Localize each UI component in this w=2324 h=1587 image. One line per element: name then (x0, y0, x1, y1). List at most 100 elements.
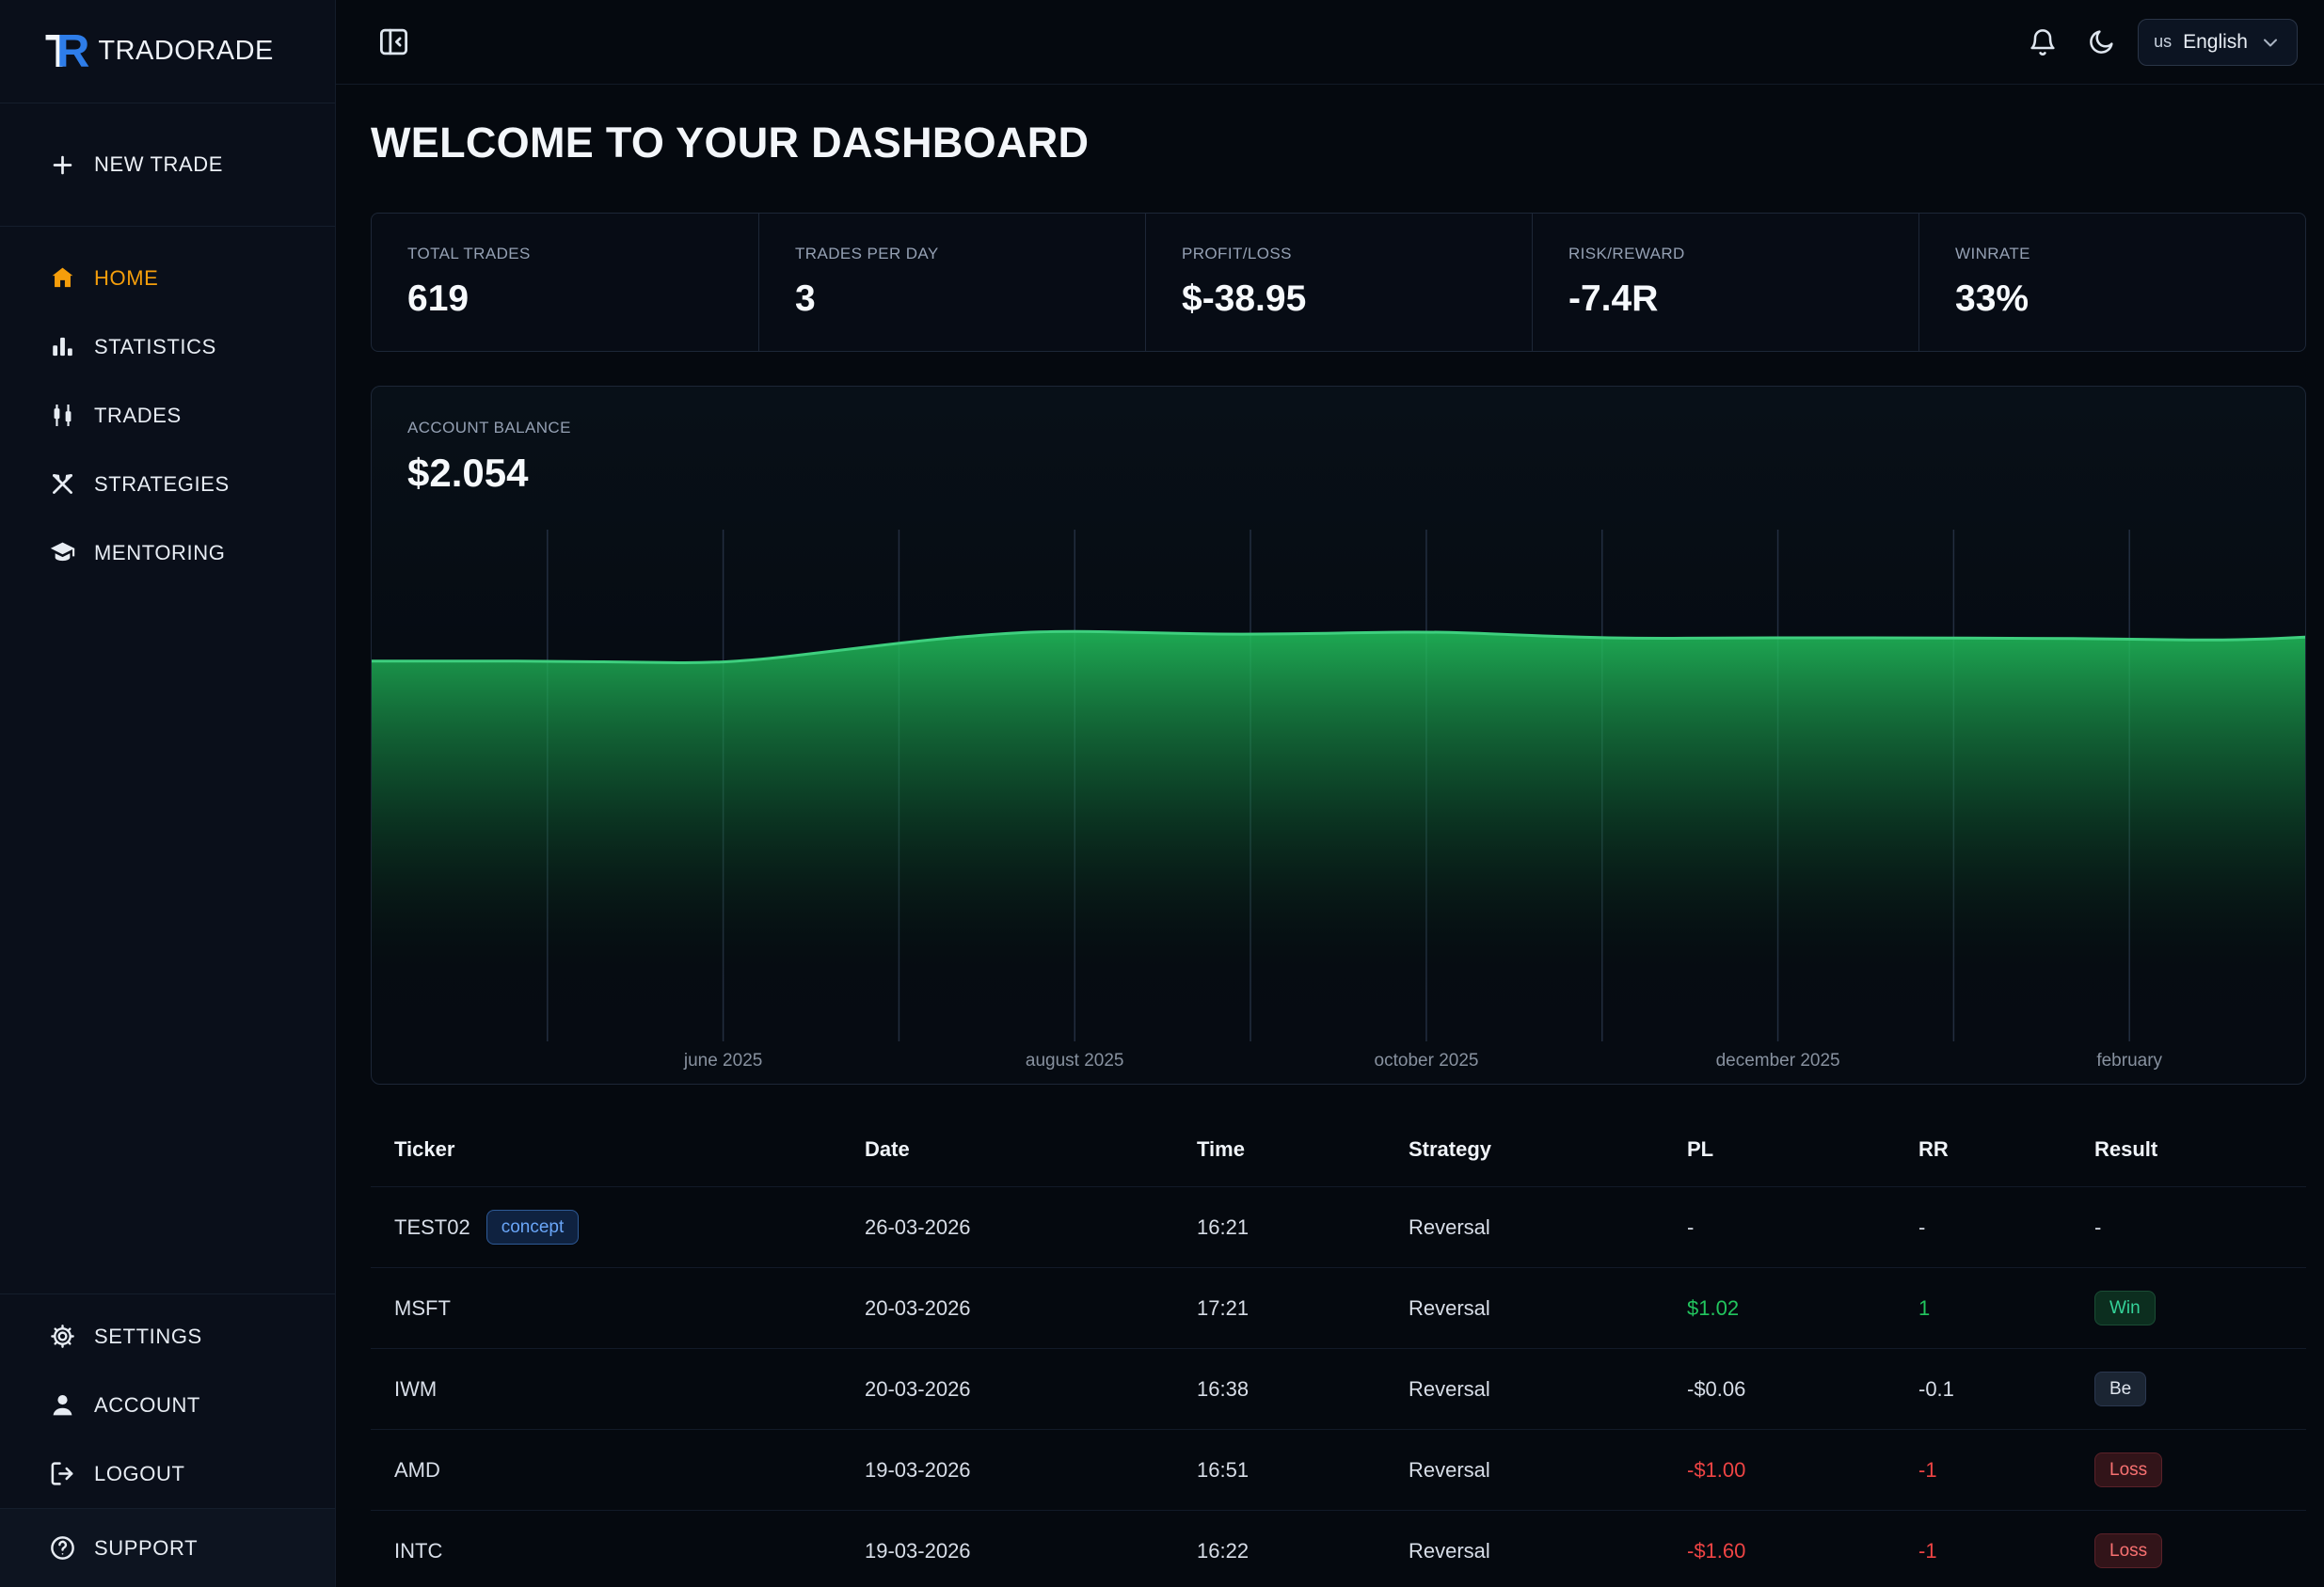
topbar-actions: us English (2021, 19, 2298, 66)
stat-value: 619 (407, 278, 723, 320)
sidebar-item-statistics[interactable]: STATISTICS (0, 312, 335, 381)
trade-result: Loss (2071, 1533, 2306, 1569)
trade-time: 16:38 (1173, 1377, 1385, 1402)
notifications-button[interactable] (2021, 21, 2064, 64)
sidebar-item-label: SETTINGS (94, 1325, 202, 1349)
trade-result: Win (2071, 1291, 2306, 1326)
trade-strategy: Reversal (1385, 1539, 1663, 1563)
trade-result: Be (2071, 1372, 2306, 1407)
brand-logo[interactable]: T R TRADORADE (0, 0, 335, 103)
trade-rr: -1 (1895, 1539, 2071, 1563)
app-root: T R TRADORADE NEW TRADE HOME STATISTICS (0, 0, 2324, 1587)
stats-row: TOTAL TRADES 619 TRADES PER DAY 3 PROFIT… (371, 213, 2306, 352)
sidebar-item-logout[interactable]: LOGOUT (0, 1439, 335, 1508)
sidebar-item-account[interactable]: ACCOUNT (0, 1371, 335, 1439)
ticker-cell: INTC (371, 1539, 841, 1563)
table-row[interactable]: INTC 19-03-2026 16:22 Reversal -$1.60 -1… (371, 1510, 2306, 1587)
chevron-down-icon (2259, 31, 2282, 54)
x-tick-label: october 2025 (1375, 1051, 1479, 1071)
trade-strategy: Reversal (1385, 1215, 1663, 1240)
trade-time: 17:21 (1173, 1296, 1385, 1321)
trade-date: 26-03-2026 (841, 1215, 1173, 1240)
trade-strategy: Reversal (1385, 1458, 1663, 1483)
stat-label: RISK/REWARD (1568, 245, 1883, 263)
loss-badge: Loss (2094, 1452, 2162, 1488)
stat-label: TRADES PER DAY (795, 245, 1109, 263)
sidebar-item-settings[interactable]: SETTINGS (0, 1302, 335, 1371)
trade-date: 20-03-2026 (841, 1377, 1173, 1402)
table-row[interactable]: IWM 20-03-2026 16:38 Reversal -$0.06 -0.… (371, 1348, 2306, 1429)
main-navigation: HOME STATISTICS TRADES STRATEGIES (0, 227, 335, 587)
ticker: AMD (394, 1458, 440, 1483)
trade-pl: - (1663, 1215, 1895, 1240)
trade-time: 16:22 (1173, 1539, 1385, 1563)
balance-chart-svg (372, 530, 2305, 1041)
stat-label: PROFIT/LOSS (1182, 245, 1496, 263)
bar-chart-icon (49, 333, 76, 360)
stat-card-total-trades: TOTAL TRADES 619 (372, 214, 758, 351)
sidebar-item-mentoring[interactable]: MENTORING (0, 518, 335, 587)
sidebar-item-label: MENTORING (94, 541, 225, 565)
language-label: English (2183, 31, 2248, 54)
candlestick-icon (49, 402, 76, 429)
trade-strategy: Reversal (1385, 1296, 1663, 1321)
new-trade-button[interactable]: NEW TRADE (0, 103, 335, 227)
stat-label: TOTAL TRADES (407, 245, 723, 263)
stat-label: WINRATE (1955, 245, 2269, 263)
col-header-result: Result (2071, 1137, 2306, 1162)
trade-date: 19-03-2026 (841, 1458, 1173, 1483)
trade-time: 16:51 (1173, 1458, 1385, 1483)
balance-label: ACCOUNT BALANCE (407, 419, 2269, 437)
sidebar-item-support[interactable]: SUPPORT (0, 1534, 335, 1562)
col-header-ticker: Ticker (371, 1137, 841, 1162)
ticker: TEST02 (394, 1215, 470, 1240)
bell-icon (2028, 27, 2058, 57)
trade-rr: 1 (1895, 1296, 2071, 1321)
stat-card-risk-reward: RISK/REWARD -7.4R (1532, 214, 1918, 351)
ticker: INTC (394, 1539, 442, 1563)
topbar: us English (336, 0, 2324, 85)
sidebar-bottom-navigation: SETTINGS ACCOUNT LOGOUT (0, 1293, 335, 1508)
sidebar-item-trades[interactable]: TRADES (0, 381, 335, 450)
brand-name: TRADORADE (98, 36, 274, 67)
page-title: WELCOME TO YOUR DASHBOARD (371, 119, 2306, 167)
col-header-date: Date (841, 1137, 1173, 1162)
ticker-cell: MSFT (371, 1296, 841, 1321)
table-row[interactable]: MSFT 20-03-2026 17:21 Reversal $1.02 1 W… (371, 1267, 2306, 1348)
graduation-cap-icon (49, 539, 76, 566)
theme-toggle-button[interactable] (2079, 21, 2123, 64)
trade-result: Loss (2071, 1452, 2306, 1488)
trade-pl: -$1.00 (1663, 1458, 1895, 1483)
trade-time: 16:21 (1173, 1215, 1385, 1240)
language-selector[interactable]: us English (2138, 19, 2298, 66)
recent-trades-table: Ticker Date Time Strategy PL RR Result T… (371, 1115, 2306, 1587)
trade-pl: $1.02 (1663, 1296, 1895, 1321)
ticker-cell: IWM (371, 1377, 841, 1402)
dashboard-content: WELCOME TO YOUR DASHBOARD TOTAL TRADES 6… (336, 85, 2324, 1587)
logout-icon (49, 1460, 76, 1487)
table-row[interactable]: AMD 19-03-2026 16:51 Reversal -$1.00 -1 … (371, 1429, 2306, 1510)
home-icon (49, 264, 76, 292)
sidebar-item-strategies[interactable]: STRATEGIES (0, 450, 335, 518)
ticker: MSFT (394, 1296, 451, 1321)
trade-pl: -$0.06 (1663, 1377, 1895, 1402)
sidebar-item-label: STATISTICS (94, 335, 216, 359)
col-header-rr: RR (1895, 1137, 2071, 1162)
balance-chart: june 2025 august 2025 october 2025 decem… (372, 530, 2305, 1081)
person-icon (49, 1391, 76, 1419)
gear-icon (49, 1323, 76, 1350)
support-section: SUPPORT (0, 1508, 335, 1587)
account-balance-card: ACCOUNT BALANCE $2.054 june 2025 august … (371, 386, 2306, 1085)
trade-pl: -$1.60 (1663, 1539, 1895, 1563)
trade-result: - (2071, 1215, 2306, 1240)
balance-value: $2.054 (407, 451, 2269, 496)
sidebar-collapse-button[interactable] (372, 21, 415, 64)
panel-left-close-icon (377, 25, 410, 58)
sidebar-spacer (0, 587, 335, 1293)
logo-letter-r: R (56, 25, 89, 78)
sidebar-item-label: TRADES (94, 404, 182, 428)
us-flag-icon: us (2154, 32, 2172, 52)
stat-value: -7.4R (1568, 278, 1883, 320)
sidebar-item-home[interactable]: HOME (0, 244, 335, 312)
table-row[interactable]: TEST02 concept 26-03-2026 16:21 Reversal… (371, 1186, 2306, 1267)
